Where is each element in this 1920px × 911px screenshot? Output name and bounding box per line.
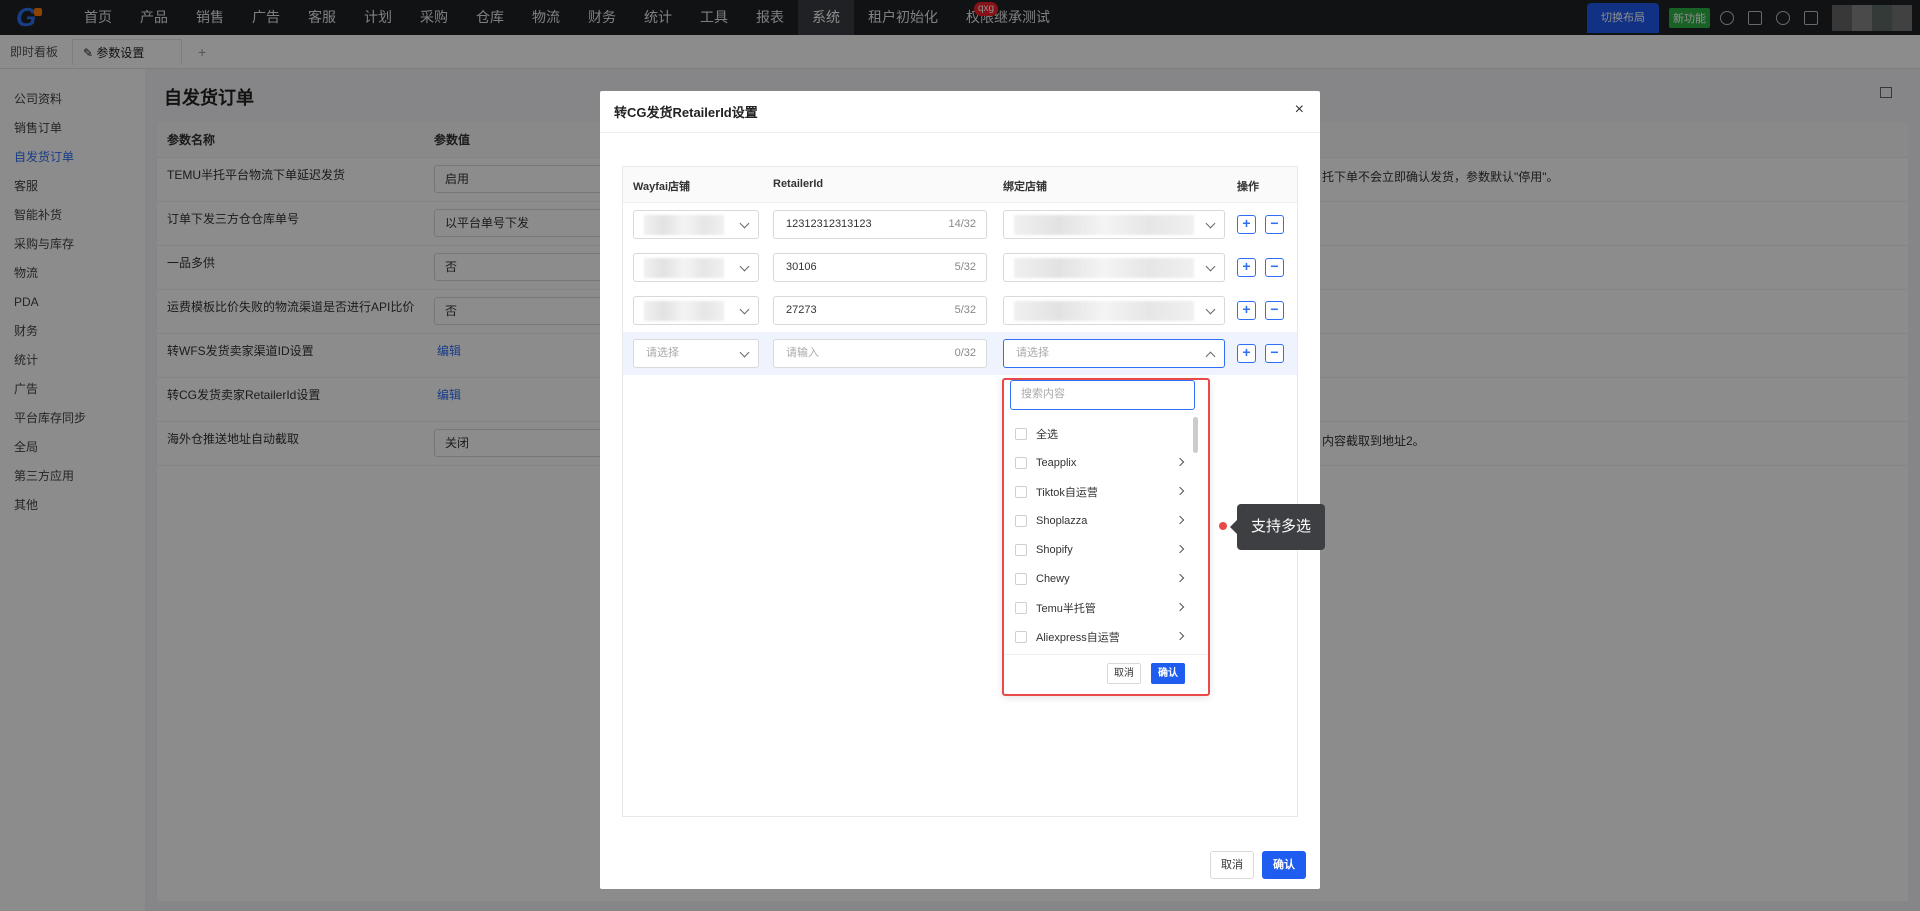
wayfair-store-select[interactable] — [633, 253, 759, 282]
redacted-value — [644, 301, 724, 321]
retailer-id-input[interactable]: 30106 5/32 — [773, 253, 987, 282]
redacted-value — [1014, 301, 1194, 321]
chevron-down-icon — [739, 261, 750, 272]
dropdown-confirm-button[interactable]: 确认 — [1151, 663, 1185, 684]
retailer-id-input[interactable]: 12312312313123 14/32 — [773, 210, 987, 239]
add-row-button[interactable]: + — [1237, 258, 1256, 277]
modal-footer: 取消 确认 — [1202, 851, 1306, 879]
col-bound-store: 绑定店铺 — [1003, 181, 1047, 193]
col-wayfair-store: Wayfai店铺 — [633, 181, 691, 193]
option-chewy[interactable]: Chewy — [1010, 564, 1195, 593]
retailer-id-modal: 转CG发货RetailerId设置 × Wayfai店铺 RetailerId … — [600, 91, 1320, 889]
option-temu[interactable]: Temu半托管 — [1010, 593, 1195, 622]
chevron-right-icon[interactable] — [1175, 457, 1185, 467]
checkbox[interactable] — [1015, 427, 1027, 440]
remove-row-button[interactable]: − — [1265, 258, 1284, 277]
chevron-down-icon — [739, 218, 750, 229]
char-count: 5/32 — [954, 304, 976, 316]
option-label: 全选 — [1036, 428, 1058, 441]
add-row-button[interactable]: + — [1237, 215, 1256, 234]
chevron-down-icon — [1205, 218, 1216, 229]
bound-store-select[interactable] — [1003, 253, 1225, 282]
option-label: Teapplix — [1036, 456, 1077, 469]
char-count: 14/32 — [948, 218, 976, 230]
chevron-right-icon[interactable] — [1175, 631, 1185, 641]
placeholder-text: 请选择 — [646, 347, 679, 359]
placeholder-text: 请选择 — [1016, 347, 1049, 359]
checkbox[interactable] — [1015, 572, 1027, 585]
table-row-new: 请选择 请输入 0/32 请选择 + − — [623, 332, 1297, 375]
option-label: Temu半托管 — [1036, 602, 1096, 615]
option-label: Chewy — [1036, 572, 1070, 585]
option-label: Shopify — [1036, 543, 1073, 556]
remove-row-button[interactable]: − — [1265, 301, 1284, 320]
chevron-down-icon — [1205, 304, 1216, 315]
wayfair-store-select[interactable]: 请选择 — [633, 339, 759, 368]
checkbox[interactable] — [1015, 485, 1027, 498]
retailer-id-value: 30106 — [786, 261, 817, 273]
col-actions: 操作 — [1237, 181, 1259, 193]
chevron-down-icon — [1205, 261, 1216, 272]
dropdown-cancel-button[interactable]: 取消 — [1107, 663, 1141, 684]
chevron-down-icon — [739, 347, 750, 358]
wayfair-store-select[interactable] — [633, 296, 759, 325]
add-row-button[interactable]: + — [1237, 344, 1256, 363]
checkbox[interactable] — [1015, 514, 1027, 527]
redacted-value — [644, 215, 724, 235]
option-select-all[interactable]: 全选 — [1010, 419, 1195, 448]
bound-store-dropdown: 搜索内容 全选 Teapplix Tiktok自运营 Shoplazza Sho… — [1002, 378, 1210, 696]
table-row: 27273 5/32 + − — [623, 289, 1297, 332]
checkbox[interactable] — [1015, 543, 1027, 556]
remove-row-button[interactable]: − — [1265, 344, 1284, 363]
option-tiktok[interactable]: Tiktok自运营 — [1010, 477, 1195, 506]
retailer-id-input[interactable]: 27273 5/32 — [773, 296, 987, 325]
chevron-right-icon[interactable] — [1175, 544, 1185, 554]
cancel-button[interactable]: 取消 — [1210, 851, 1254, 879]
table-row: 12312312313123 14/32 + − — [623, 203, 1297, 246]
checkbox[interactable] — [1015, 601, 1027, 614]
retailer-id-value: 27273 — [786, 304, 817, 316]
option-teapplix[interactable]: Teapplix — [1010, 448, 1195, 477]
redacted-value — [1014, 258, 1194, 278]
close-icon[interactable]: × — [1295, 101, 1304, 119]
option-label: Tiktok自运营 — [1036, 486, 1098, 499]
bound-store-select[interactable]: 请选择 — [1003, 339, 1225, 368]
redacted-value — [644, 258, 724, 278]
add-row-button[interactable]: + — [1237, 301, 1256, 320]
chevron-down-icon — [739, 304, 750, 315]
placeholder-text: 请输入 — [786, 347, 819, 359]
retailer-id-value: 12312312313123 — [786, 218, 872, 230]
char-count: 0/32 — [954, 347, 976, 359]
chevron-right-icon[interactable] — [1175, 573, 1185, 583]
dropdown-footer: 取消 确认 — [1004, 654, 1207, 694]
chevron-right-icon[interactable] — [1175, 486, 1185, 496]
bound-store-select[interactable] — [1003, 296, 1225, 325]
table-row: 30106 5/32 + − — [623, 246, 1297, 289]
option-shoplazza[interactable]: Shoplazza — [1010, 506, 1195, 535]
remove-row-button[interactable]: − — [1265, 215, 1284, 234]
bound-store-select[interactable] — [1003, 210, 1225, 239]
wayfair-store-select[interactable] — [633, 210, 759, 239]
chevron-up-icon — [1205, 351, 1216, 362]
char-count: 5/32 — [954, 261, 976, 273]
annotation-dot — [1219, 522, 1227, 530]
chevron-right-icon[interactable] — [1175, 515, 1185, 525]
checkbox[interactable] — [1015, 456, 1027, 469]
dropdown-search-input[interactable]: 搜索内容 — [1010, 380, 1195, 410]
option-label: Aliexpress自运营 — [1036, 631, 1120, 644]
retailer-id-input[interactable]: 请输入 0/32 — [773, 339, 987, 368]
option-aliexpress[interactable]: Aliexpress自运营 — [1010, 622, 1195, 651]
option-shopify[interactable]: Shopify — [1010, 535, 1195, 564]
option-label: Shoplazza — [1036, 514, 1088, 527]
modal-title: 转CG发货RetailerId设置 — [614, 105, 758, 120]
modal-header: 转CG发货RetailerId设置 — [600, 91, 1320, 133]
redacted-value — [1014, 215, 1194, 235]
confirm-button[interactable]: 确认 — [1262, 851, 1306, 879]
mapping-table-header: Wayfai店铺 RetailerId 绑定店铺 操作 — [623, 167, 1297, 203]
checkbox[interactable] — [1015, 630, 1027, 643]
col-retailer-id: RetailerId — [773, 178, 824, 190]
dropdown-options: 全选 Teapplix Tiktok自运营 Shoplazza Shopify … — [1010, 419, 1195, 651]
chevron-right-icon[interactable] — [1175, 602, 1185, 612]
annotation-tooltip: 支持多选 — [1230, 504, 1325, 550]
